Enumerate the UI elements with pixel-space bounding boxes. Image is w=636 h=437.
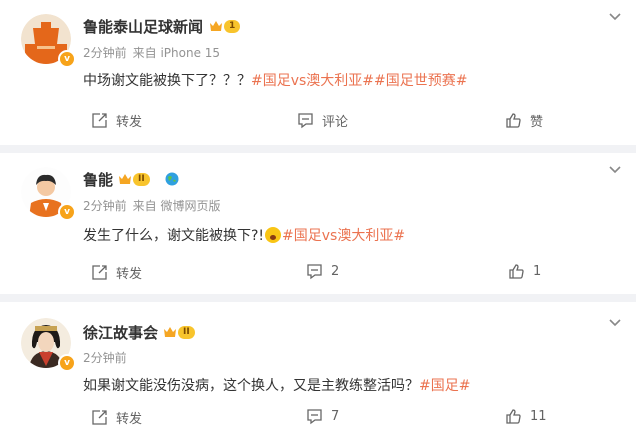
surprised-emoji-icon: [265, 227, 282, 243]
post-body: 中场谢文能被换下了？？？: [83, 73, 251, 89]
repost-icon: [92, 265, 107, 280]
like-button[interactable]: 赞: [505, 111, 543, 130]
level-badge: II: [163, 324, 195, 340]
level-badge: II: [118, 171, 150, 187]
comment-label: 评论: [322, 115, 349, 130]
post-card: v 鲁能 II 2分钟前 来自 微博网页版 发生了什么，谢文能被换下?! #国足vs…: [0, 153, 636, 294]
comment-icon: [307, 264, 322, 280]
comment-icon: [298, 113, 313, 129]
comment-button[interactable]: 评论: [297, 111, 348, 130]
chevron-down-icon[interactable]: [608, 318, 622, 328]
post-body: 如果谢文能没伤没病，这个换人，又是主教练整活吗？: [83, 378, 419, 394]
post-body: 发生了什么，谢文能被换下?!: [83, 228, 265, 244]
level-label: II: [133, 172, 150, 186]
post-text: 如果谢文能没伤没病，这个换人，又是主教练整活吗？#国足#: [83, 375, 470, 395]
crown-icon: [210, 21, 222, 31]
topic-tag[interactable]: #国足#: [419, 378, 470, 394]
like-count: 1: [533, 264, 542, 279]
author-name[interactable]: 鲁能泰山足球新闻: [83, 16, 203, 37]
post-meta: 2分钟前: [83, 349, 133, 366]
repost-label: 转发: [116, 412, 143, 427]
crown-icon: [119, 174, 131, 184]
post-text: 发生了什么，谢文能被换下?! #国足vs澳大利亚#: [83, 225, 405, 245]
repost-button[interactable]: 转发: [91, 263, 142, 282]
post-card: v 徐江故事会 II 2分钟前 如果谢文能没伤没病，这个换人，又是主教练整活吗？…: [0, 302, 636, 437]
post-time[interactable]: 2分钟前: [83, 46, 127, 60]
post-card: v 鲁能泰山足球新闻 1 2分钟前 来自 iPhone 15 中场谢文能被换下了？…: [0, 0, 636, 145]
post-time[interactable]: 2分钟前: [83, 199, 127, 213]
repost-icon: [92, 113, 107, 128]
action-bar: 转发 评论 赞: [0, 111, 636, 131]
like-count: 11: [530, 409, 547, 424]
action-bar: 转发 7 11: [0, 408, 636, 428]
topic-tag[interactable]: #国足世预赛#: [374, 73, 467, 89]
post-meta: 2分钟前 来自 iPhone 15: [83, 44, 226, 61]
globe-icon: [165, 172, 179, 186]
comment-button[interactable]: 7: [306, 408, 339, 425]
verified-badge: v: [58, 203, 76, 221]
repost-label: 转发: [116, 115, 143, 130]
chevron-down-icon[interactable]: [608, 12, 622, 22]
verified-badge: v: [58, 50, 76, 68]
repost-button[interactable]: 转发: [91, 111, 142, 130]
author-name[interactable]: 徐江故事会: [83, 322, 158, 343]
post-source: 来自 微博网页版: [132, 199, 221, 213]
comment-button[interactable]: 2: [306, 263, 339, 280]
like-label: 赞: [530, 115, 544, 130]
like-button[interactable]: 1: [508, 263, 541, 280]
repost-label: 转发: [116, 267, 143, 282]
comment-count: 7: [331, 409, 340, 424]
topic-tag[interactable]: #国足vs澳大利亚#: [282, 228, 405, 244]
post-source: 来自 iPhone 15: [132, 46, 221, 60]
post-time[interactable]: 2分钟前: [83, 351, 127, 365]
post-meta: 2分钟前 来自 微博网页版: [83, 197, 226, 214]
crown-icon: [164, 327, 176, 337]
like-button[interactable]: 11: [505, 408, 547, 425]
repost-icon: [92, 410, 107, 425]
action-bar: 转发 2 1: [0, 263, 636, 283]
author-name[interactable]: 鲁能: [83, 169, 113, 190]
verified-badge: v: [58, 354, 76, 372]
level-label: II: [178, 325, 195, 339]
repost-button[interactable]: 转发: [91, 408, 142, 427]
comment-count: 2: [331, 264, 340, 279]
thumbs-up-icon: [506, 113, 521, 128]
thumbs-up-icon: [506, 409, 521, 424]
comment-icon: [307, 409, 322, 425]
level-label: 1: [224, 19, 241, 33]
level-badge: 1: [209, 18, 241, 34]
thumbs-up-icon: [509, 264, 524, 279]
chevron-down-icon[interactable]: [608, 165, 622, 175]
topic-tag[interactable]: #国足vs澳大利亚#: [251, 73, 374, 89]
post-text: 中场谢文能被换下了？？？#国足vs澳大利亚##国足世预赛#: [83, 70, 468, 90]
